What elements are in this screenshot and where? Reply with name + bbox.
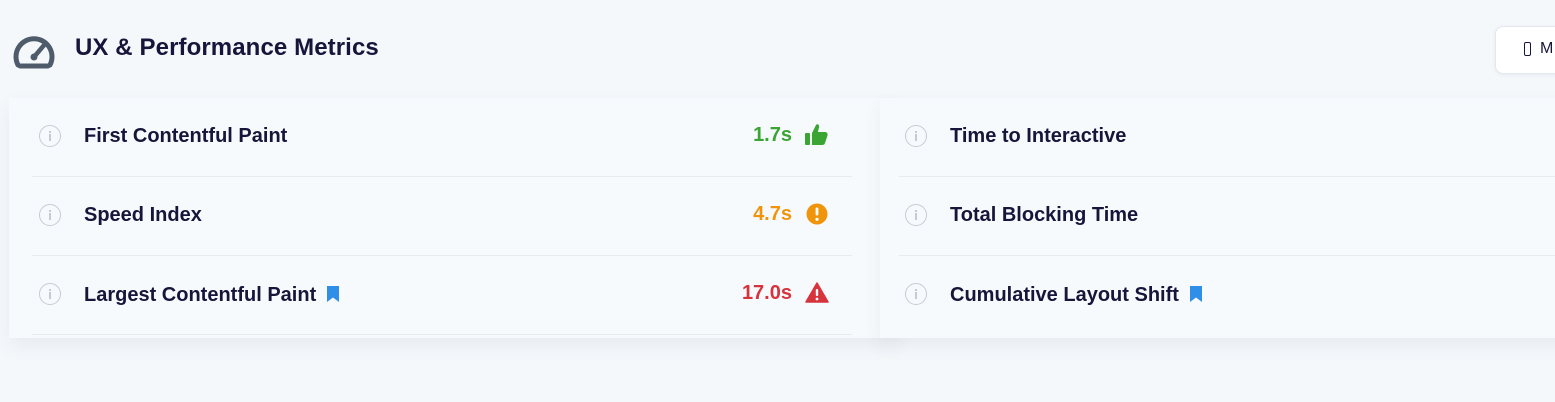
metric-row-first-contentful-paint: First Contentful Paint 1.7s xyxy=(32,98,852,177)
info-icon[interactable] xyxy=(39,125,61,147)
metric-label: Speed Index xyxy=(84,204,202,226)
info-icon[interactable] xyxy=(905,125,927,147)
info-icon[interactable] xyxy=(39,204,61,226)
metric-row-total-blocking-time: Total Blocking Time xyxy=(899,177,1555,256)
metric-label: Cumulative Layout Shift xyxy=(950,283,1203,307)
metrics-panel-left: First Contentful Paint 1.7s Speed Index … xyxy=(9,98,897,338)
exclamation-circle-icon xyxy=(806,203,828,225)
metric-label: Time to Interactive xyxy=(950,125,1127,147)
metrics-panel-right: Time to Interactive Total Blocking Time … xyxy=(880,98,1555,338)
metric-value: 4.7s xyxy=(753,203,792,225)
metric-label: First Contentful Paint xyxy=(84,125,288,147)
info-icon[interactable] xyxy=(905,204,927,226)
page-title: UX & Performance Metrics xyxy=(75,34,379,61)
metric-label: Total Blocking Time xyxy=(950,204,1139,226)
section-header: UX & Performance Metrics M xyxy=(0,0,1555,98)
metric-value: 1.7s xyxy=(753,124,792,146)
warning-triangle-icon xyxy=(805,282,829,303)
row-divider xyxy=(32,334,852,335)
speedometer-icon xyxy=(13,36,55,69)
metric-label: Largest Contentful Paint xyxy=(84,283,340,307)
metric-label-text: Largest Contentful Paint xyxy=(84,284,317,306)
bookmark-icon[interactable] xyxy=(1189,285,1203,303)
metric-row-speed-index: Speed Index 4.7s xyxy=(32,177,852,256)
metric-row-cumulative-layout-shift: Cumulative Layout Shift xyxy=(899,256,1555,335)
device-toggle-button[interactable]: M xyxy=(1495,26,1555,74)
info-icon[interactable] xyxy=(905,283,927,305)
mobile-phone-icon xyxy=(1524,42,1531,56)
metric-row-largest-contentful-paint: Largest Contentful Paint 17.0s xyxy=(32,256,852,335)
device-toggle-label: M xyxy=(1540,40,1554,57)
metric-value: 17.0s xyxy=(741,282,792,304)
thumbs-up-icon xyxy=(805,124,828,145)
info-icon[interactable] xyxy=(39,283,61,305)
bookmark-icon[interactable] xyxy=(326,285,340,303)
metric-label-text: Cumulative Layout Shift xyxy=(950,284,1179,306)
metric-row-time-to-interactive: Time to Interactive xyxy=(899,98,1555,177)
